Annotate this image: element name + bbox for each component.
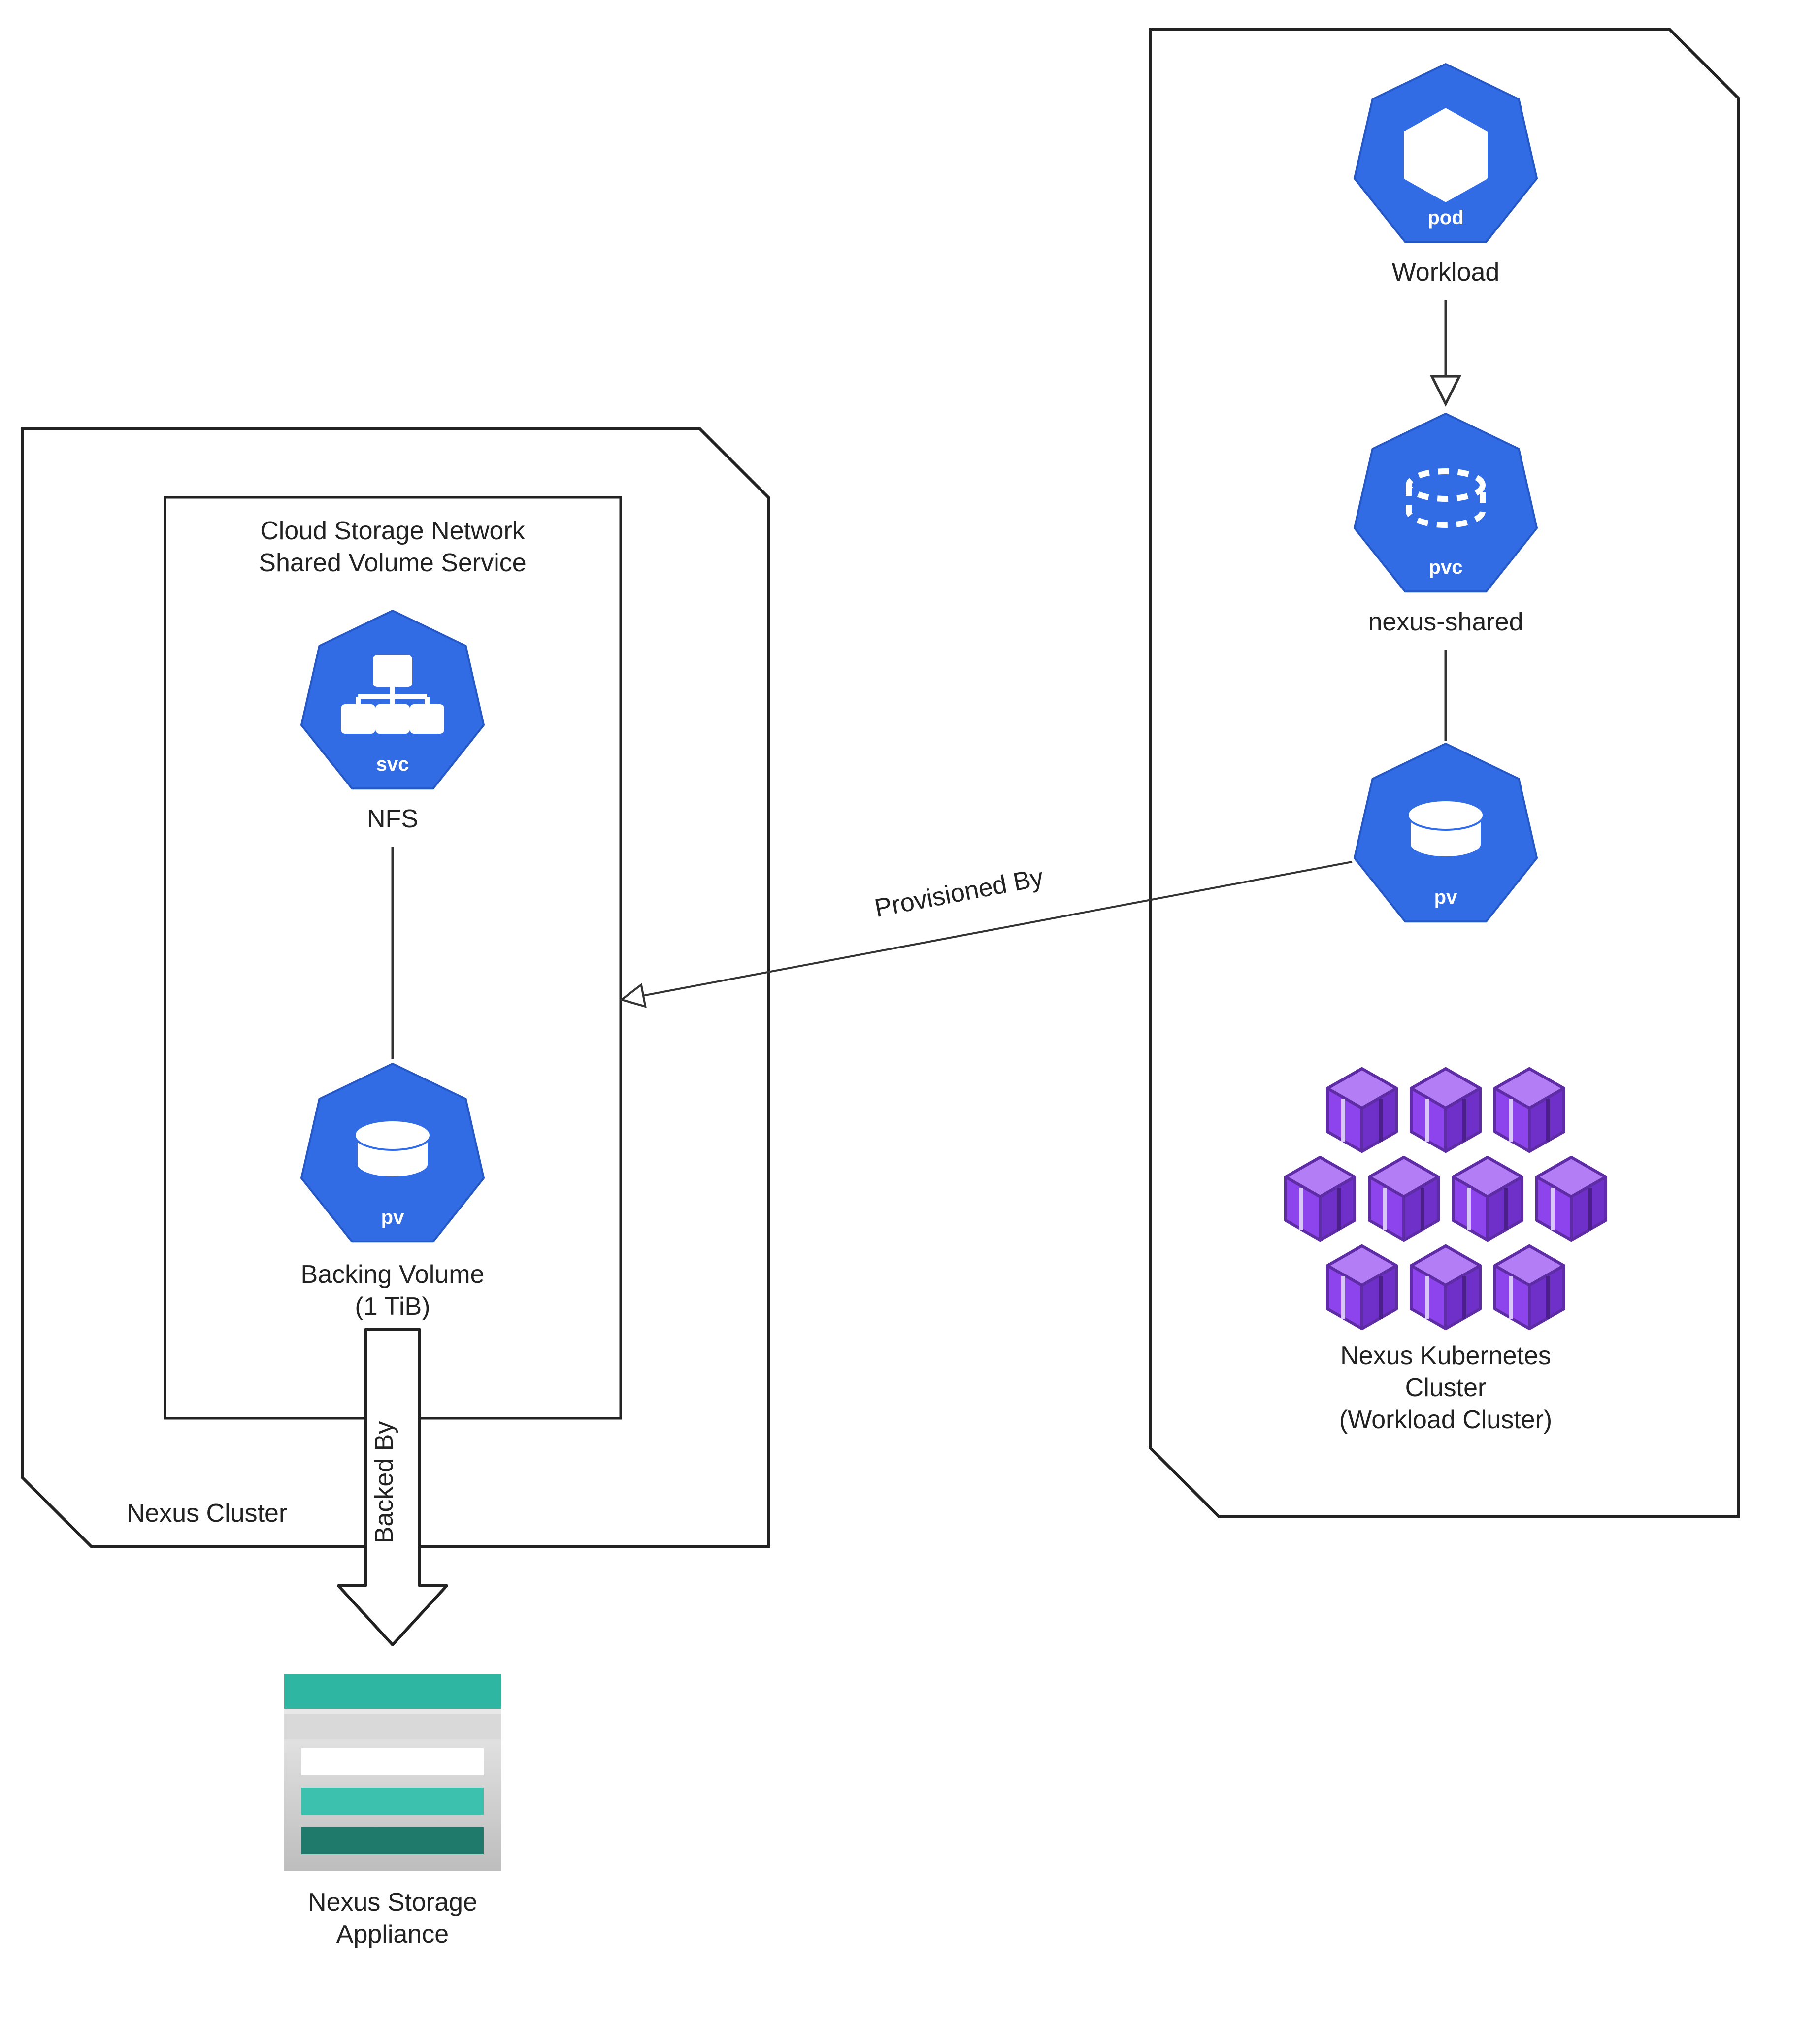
left-pv-label-1: Backing Volume xyxy=(301,1260,485,1289)
pod-label: Workload xyxy=(1392,258,1500,287)
edge-provisioned-by: Provisioned By xyxy=(622,862,1352,1000)
left-cluster-label: Nexus Cluster xyxy=(127,1499,288,1528)
pod-tag: pod xyxy=(1427,207,1463,229)
left-inner-title-2: Shared Volume Service xyxy=(259,549,526,577)
pvc-badge: pvc xyxy=(1355,414,1537,591)
storage-appliance-icon xyxy=(284,1674,501,1871)
pvc-label: nexus-shared xyxy=(1368,608,1523,636)
storage-label-1: Nexus Storage xyxy=(308,1888,477,1917)
right-pv-tag: pv xyxy=(1434,886,1457,908)
right-cluster-group: pod Workload pvc nexus-shared pv xyxy=(1150,30,1739,1517)
svc-label: NFS xyxy=(367,805,418,833)
left-pv-label-2: (1 TiB) xyxy=(355,1292,430,1321)
right-cluster-label-1: Nexus Kubernetes xyxy=(1340,1341,1551,1370)
backed-by-label: Backed By xyxy=(370,1421,398,1544)
left-pv-tag: pv xyxy=(381,1207,404,1228)
svc-tag: svc xyxy=(376,753,409,775)
svc-badge: svc xyxy=(301,611,484,788)
edge-backed-by: Backed By xyxy=(338,1330,447,1645)
right-pv-badge: pv xyxy=(1355,744,1537,921)
provisioned-by-label: Provisioned By xyxy=(872,863,1046,923)
storage-label-2: Appliance xyxy=(336,1920,449,1949)
right-cluster-label-3: (Workload Cluster) xyxy=(1339,1405,1552,1434)
pod-badge: pod xyxy=(1355,64,1537,242)
right-cluster-label-2: Cluster xyxy=(1405,1373,1487,1402)
k8s-node-cluster-icon xyxy=(1286,1069,1606,1329)
left-pv-badge: pv xyxy=(301,1064,484,1242)
left-inner-title-1: Cloud Storage Network xyxy=(260,517,526,545)
pvc-tag: pvc xyxy=(1429,556,1463,578)
